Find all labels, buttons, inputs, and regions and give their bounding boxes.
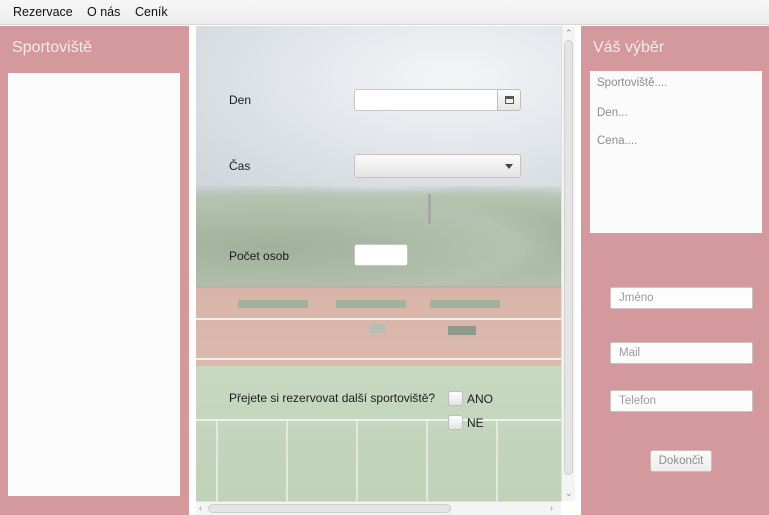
yes-label: ANO: [467, 392, 494, 406]
day-label: Den: [229, 93, 252, 107]
menu-bar: Rezervace O nás Ceník: [0, 0, 769, 25]
name-input[interactable]: [611, 288, 752, 308]
arrow-down-icon[interactable]: ⌄: [565, 488, 573, 498]
name-field[interactable]: [610, 287, 753, 309]
mail-field[interactable]: [610, 342, 753, 364]
persons-count-input[interactable]: [354, 244, 408, 266]
calendar-icon: [505, 96, 514, 104]
menu-item-o-nas[interactable]: O nás: [87, 5, 120, 19]
no-checkbox[interactable]: [448, 415, 463, 430]
menu-item-rezervace[interactable]: Rezervace: [13, 5, 73, 19]
background-field: [196, 366, 561, 501]
vertical-scroll-thumb[interactable]: [564, 40, 573, 475]
arrow-up-icon[interactable]: ⌃: [565, 28, 573, 38]
phone-field[interactable]: [610, 390, 753, 412]
day-date-input[interactable]: [354, 89, 498, 111]
background-net: [238, 300, 308, 308]
background-fence-post: [286, 421, 288, 501]
finish-button[interactable]: Dokončit: [650, 450, 712, 472]
background-fence-post: [216, 421, 218, 501]
background-trees: [196, 186, 561, 286]
selection-summary: Sportoviště.... Den... Cena....: [590, 71, 762, 233]
your-selection-title: Váš výběr: [593, 39, 665, 56]
horizontal-scrollbar[interactable]: ‹ ›: [196, 501, 561, 515]
another-venue-question: Přejete si rezervovat další sportoviště?: [229, 391, 436, 405]
background-net: [430, 300, 500, 308]
background-fence-post: [496, 421, 498, 501]
phone-input[interactable]: [611, 391, 752, 411]
background-fence-post: [426, 421, 428, 501]
your-selection-panel: Váš výběr Sportoviště.... Den... Cena...…: [581, 26, 769, 515]
background-net: [336, 300, 406, 308]
time-label: Čas: [229, 159, 251, 173]
mail-input[interactable]: [611, 343, 752, 363]
arrow-left-icon[interactable]: ‹: [199, 503, 202, 513]
sports-venue-panel: Sportoviště: [0, 26, 189, 515]
date-picker-button[interactable]: [497, 89, 521, 111]
background-bench: [448, 326, 476, 335]
background-fence-post: [356, 421, 358, 501]
background-court-line: [196, 318, 561, 320]
summary-price: Cena....: [597, 135, 638, 147]
menu-item-cenik[interactable]: Ceník: [135, 5, 168, 19]
vertical-scrollbar[interactable]: ⌃ ⌄: [561, 26, 575, 501]
summary-venue: Sportoviště....: [597, 77, 668, 89]
chevron-down-icon: [505, 164, 513, 169]
time-select[interactable]: [354, 154, 521, 178]
background-court-line: [196, 358, 561, 360]
summary-day: Den...: [597, 107, 628, 119]
no-label: NE: [467, 416, 484, 430]
yes-checkbox[interactable]: [448, 391, 463, 406]
sports-venue-list[interactable]: [8, 73, 180, 496]
persons-label: Počet osob: [229, 249, 290, 263]
background-tower: [428, 194, 431, 224]
sports-venue-title: Sportoviště: [12, 39, 93, 56]
horizontal-scroll-thumb[interactable]: [208, 504, 451, 513]
background-goal: [370, 324, 386, 333]
arrow-right-icon[interactable]: ›: [550, 503, 553, 513]
background-fence-rail: [196, 419, 561, 421]
